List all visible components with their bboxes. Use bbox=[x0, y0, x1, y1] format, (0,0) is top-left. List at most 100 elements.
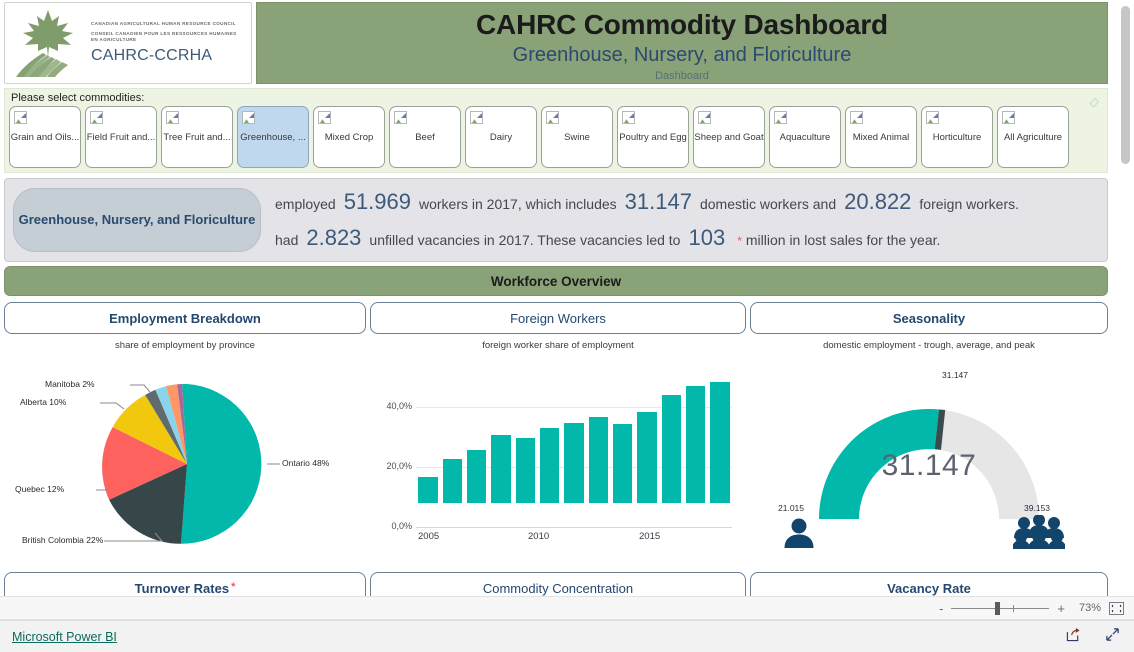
zoom-slider[interactable] bbox=[951, 601, 1050, 615]
bar-2015[interactable] bbox=[661, 395, 681, 503]
dashboard-header-band: CAHRC Commodity Dashboard Greenhouse, Nu… bbox=[256, 2, 1108, 84]
chip-label: Sheep and Goat bbox=[694, 131, 764, 143]
broken-image-icon bbox=[850, 111, 863, 124]
bar-chart-title: foreign worker share of employment bbox=[482, 340, 634, 351]
commodity-chip-greenhouse[interactable]: Greenhouse, ... bbox=[237, 106, 309, 168]
commodity-slicer: Please select commodities: Grain and Oil… bbox=[4, 88, 1108, 173]
kpi-text: unfilled vacancies in 2017. These vacanc… bbox=[369, 232, 681, 248]
chip-label: Swine bbox=[564, 131, 590, 143]
zoom-slider-handle[interactable] bbox=[995, 601, 1001, 615]
x-tick-2005: 2005 bbox=[418, 531, 440, 542]
tab-employment-breakdown[interactable]: Employment Breakdown bbox=[4, 302, 366, 334]
scrollbar-thumb[interactable] bbox=[1121, 6, 1130, 164]
maple-leaf-field-logo-icon bbox=[11, 7, 85, 79]
bar-chart[interactable]: 40,0% 20,0% 0,0% 2005 2010 2015 bbox=[370, 351, 746, 551]
broken-image-icon bbox=[546, 111, 559, 124]
kpi-summary-panel: Greenhouse, Nursery, and Floriculture em… bbox=[4, 178, 1108, 262]
gauge-value: 31.147 bbox=[881, 449, 977, 482]
x-tick-2010: 2010 bbox=[528, 531, 550, 542]
chip-label: Dairy bbox=[489, 131, 513, 143]
pie-chart-title: share of employment by province bbox=[115, 340, 255, 351]
commodity-chip-all-agriculture[interactable]: All Agriculture bbox=[997, 106, 1069, 168]
bar-2016[interactable] bbox=[685, 386, 706, 503]
chip-label: Aquaculture bbox=[779, 131, 831, 143]
zoom-in-button[interactable]: + bbox=[1057, 602, 1065, 615]
visual-employment-breakdown: share of employment by province Ontario … bbox=[4, 336, 366, 568]
commodity-chip-tree-fruit[interactable]: Tree Fruit and... bbox=[161, 106, 233, 168]
fit-to-page-icon[interactable] bbox=[1109, 601, 1124, 615]
section-header-workforce-overview: Workforce Overview bbox=[4, 266, 1108, 296]
commodity-chip-beef[interactable]: Beef bbox=[389, 106, 461, 168]
pie-label-quebec: Quebec 12% bbox=[15, 484, 65, 494]
chip-label: Field Fruit and... bbox=[86, 131, 156, 143]
fullscreen-icon[interactable] bbox=[1105, 627, 1120, 647]
gauge-chart[interactable]: 31.147 31.147 21.015 39.153 bbox=[750, 351, 1108, 557]
chip-label: Mixed Animal bbox=[852, 131, 910, 143]
bar-2013[interactable] bbox=[612, 424, 633, 503]
commodity-chip-sheep-and-goat[interactable]: Sheep and Goat bbox=[693, 106, 765, 168]
tab-seasonality[interactable]: Seasonality bbox=[750, 302, 1108, 334]
y-tick-0: 0,0% bbox=[391, 521, 412, 531]
bar-2012[interactable] bbox=[588, 417, 609, 503]
kpi-foreign-workers: 20.822 bbox=[844, 189, 912, 214]
bar-2005[interactable] bbox=[418, 476, 438, 503]
gauge-max-label: 39.153 bbox=[1024, 503, 1050, 513]
broken-image-icon bbox=[90, 111, 103, 124]
commodity-chip-mixed-crop[interactable]: Mixed Crop bbox=[313, 106, 385, 168]
kpi-text: had bbox=[275, 232, 299, 248]
gauge-title: domestic employment - trough, average, a… bbox=[823, 340, 1035, 351]
bar-2009[interactable] bbox=[515, 438, 536, 503]
report-vertical-scrollbar[interactable] bbox=[1121, 4, 1130, 614]
kpi-total-employed: 51.969 bbox=[343, 189, 411, 214]
bar-2011[interactable] bbox=[564, 423, 584, 503]
zoom-out-button[interactable]: - bbox=[939, 602, 943, 615]
bar-2017[interactable] bbox=[710, 382, 730, 503]
share-icon[interactable] bbox=[1066, 627, 1081, 647]
commodity-chip-swine[interactable]: Swine bbox=[541, 106, 613, 168]
broken-image-icon bbox=[1002, 111, 1015, 124]
kpi-line-vacancies: had 2.823 unfilled vacancies in 2017. Th… bbox=[275, 227, 1107, 249]
page-subtitle: Greenhouse, Nursery, and Floriculture bbox=[512, 44, 852, 67]
power-bi-footer: Microsoft Power BI bbox=[0, 620, 1134, 652]
power-bi-report-canvas: CANADIAN AGRICULTURAL HUMAN RESOURCE COU… bbox=[0, 0, 1134, 616]
chip-label: Mixed Crop bbox=[324, 131, 374, 143]
commodity-chip-aquaculture[interactable]: Aquaculture bbox=[769, 106, 841, 168]
kpi-text: domestic workers and bbox=[699, 196, 837, 212]
broken-image-icon bbox=[622, 111, 635, 124]
footnote-asterisk: * bbox=[231, 581, 236, 593]
chip-label: All Agriculture bbox=[1003, 131, 1063, 143]
bar-2010[interactable] bbox=[539, 428, 560, 503]
commodity-chip-poultry-and-egg[interactable]: Poultry and Egg bbox=[617, 106, 689, 168]
kpi-sentences: employed 51.969 workers in 2017, which i… bbox=[261, 191, 1107, 249]
footnote-asterisk: * bbox=[737, 234, 742, 248]
commodity-chip-horticulture[interactable]: Horticulture bbox=[921, 106, 993, 168]
broken-image-icon bbox=[14, 111, 27, 124]
logo-council-en: CANADIAN AGRICULTURAL HUMAN RESOURCE COU… bbox=[91, 21, 236, 27]
commodity-chip-dairy[interactable]: Dairy bbox=[465, 106, 537, 168]
commodity-chip-grain-and-oilseed[interactable]: Grain and Oils... bbox=[9, 106, 81, 168]
bar-2006[interactable] bbox=[442, 458, 463, 503]
chip-label: Beef bbox=[415, 131, 435, 143]
tab-label: Vacancy Rate bbox=[887, 581, 971, 596]
kpi-lost-sales: 103 bbox=[688, 225, 726, 250]
chip-label: Greenhouse, ... bbox=[240, 131, 306, 143]
bar-2007[interactable] bbox=[467, 450, 487, 503]
broken-image-icon bbox=[926, 111, 939, 124]
y-tick-40: 40,0% bbox=[386, 401, 412, 411]
commodity-chip-field-fruit[interactable]: Field Fruit and... bbox=[85, 106, 157, 168]
tab-label: Turnover Rates bbox=[134, 581, 230, 596]
commodity-chip-mixed-animal[interactable]: Mixed Animal bbox=[845, 106, 917, 168]
group-of-people-icon bbox=[1012, 514, 1066, 554]
tab-foreign-workers[interactable]: Foreign Workers bbox=[370, 302, 746, 334]
broken-image-icon bbox=[774, 111, 787, 124]
broken-image-icon bbox=[166, 111, 179, 124]
broken-image-icon bbox=[242, 111, 255, 124]
x-tick-2015: 2015 bbox=[639, 531, 661, 542]
pie-chart[interactable]: Ontario 48% British Colombia 22% Quebec … bbox=[4, 351, 366, 551]
single-person-icon bbox=[782, 517, 816, 554]
bar-2008[interactable] bbox=[491, 434, 511, 503]
microsoft-power-bi-link[interactable]: Microsoft Power BI bbox=[12, 630, 117, 644]
eraser-icon[interactable] bbox=[1087, 94, 1101, 108]
bar-2014[interactable] bbox=[637, 412, 657, 503]
broken-image-icon bbox=[470, 111, 483, 124]
